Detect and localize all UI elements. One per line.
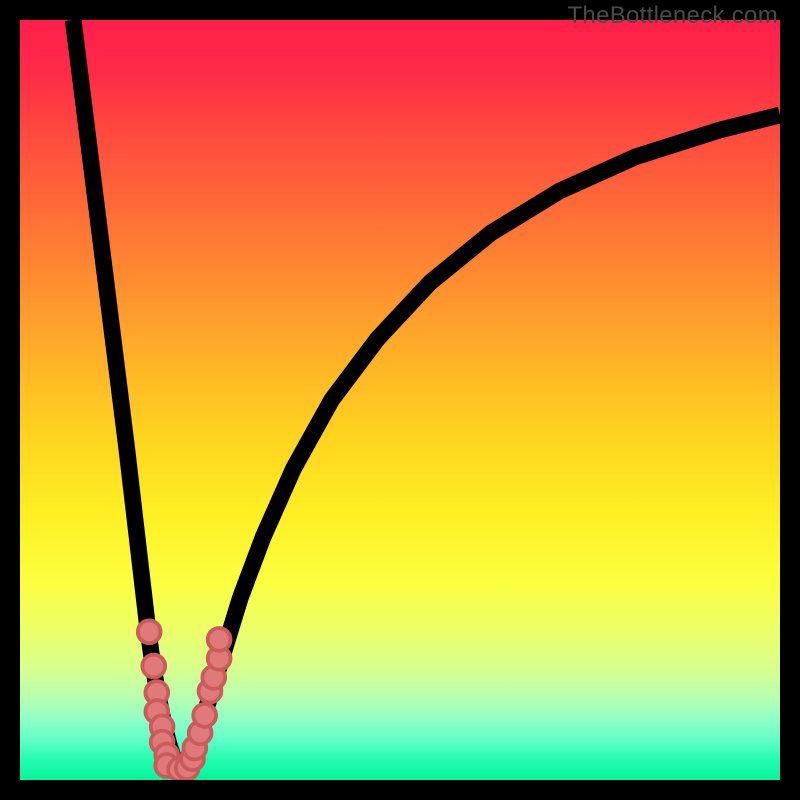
chart-svg [20,20,780,780]
bead-marker [138,620,161,643]
bead-marker [208,628,231,651]
outer-frame: TheBottleneck.com [0,0,800,800]
curve-left [73,20,179,769]
plot-area [20,20,780,780]
marker-beads [138,620,231,780]
curve-right [180,115,780,769]
bead-marker [193,704,216,727]
watermark-text: TheBottleneck.com [567,2,778,30]
bead-marker [142,655,165,678]
